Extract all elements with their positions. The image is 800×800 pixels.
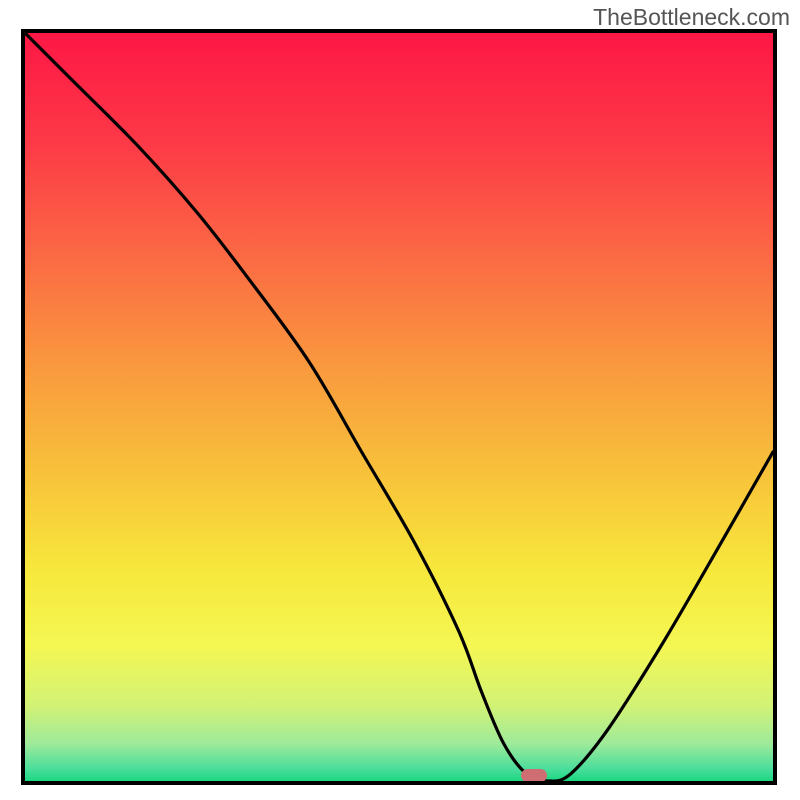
chart-container: TheBottleneck.com <box>0 0 800 800</box>
curve-line <box>25 33 773 781</box>
chart-frame <box>21 29 777 785</box>
watermark-text: TheBottleneck.com <box>593 4 790 31</box>
marker-dot <box>521 769 547 782</box>
